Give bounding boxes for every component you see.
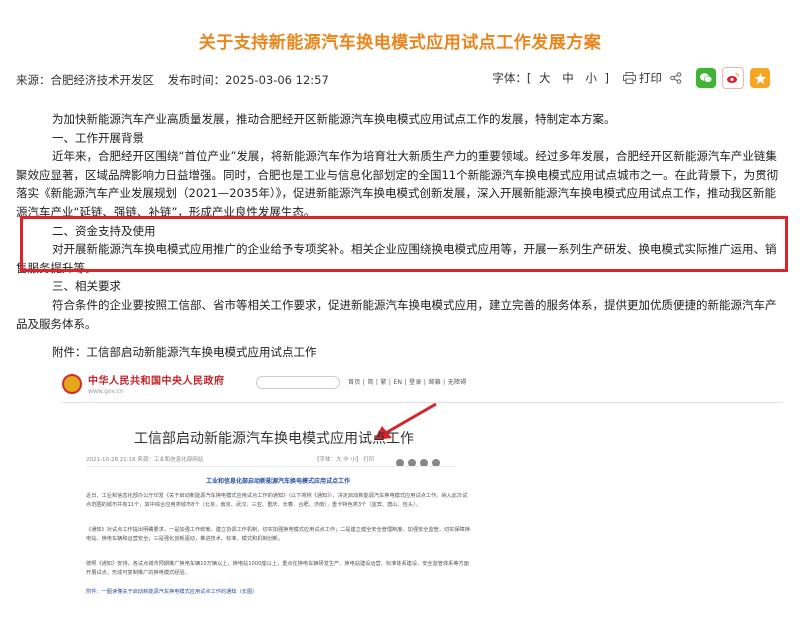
font-size-label: 字体：[ xyxy=(492,71,532,85)
attachment-label: 附件：工信部启动新能源汽车换电模式应用试点工作 xyxy=(52,345,317,359)
gov-site-url: www.gov.cn xyxy=(88,388,124,395)
source-label: 来源：合肥经济技术开发区 xyxy=(16,73,154,87)
page-title: 关于支持新能源汽车换电模式应用试点工作发展方案 xyxy=(198,33,602,53)
section-1-heading: 一、工作开展背景 xyxy=(52,130,144,145)
star-icon xyxy=(754,72,766,84)
font-small-button[interactable]: 小 xyxy=(585,71,597,85)
section-3-heading: 三、相关要求 xyxy=(52,279,121,294)
print-label: 打印 xyxy=(639,71,662,85)
font-size-selector: 字体：[ 大 中 小 ] xyxy=(492,70,609,86)
intro-paragraph: 为加快新能源汽车产业高质量发展，推动合肥经开区新能源汽车换电模式应用试点工作的发… xyxy=(52,112,616,126)
gov-nav[interactable]: 首页 | 简 | 繁 | EN | 登录 | 邮箱 | 无障碍 xyxy=(348,377,467,386)
font-large-button[interactable]: 大 xyxy=(539,71,551,85)
embedded-screenshot: 中华人民共和国中央人民政府 www.gov.cn 首页 | 简 | 繁 | EN… xyxy=(48,366,788,631)
section-3-paragraph: 符合条件的企业要按照工信部、省市等相关工作要求，促进新能源汽车换电模式应用，建立… xyxy=(16,297,777,331)
embedded-subtitle: 工业和信息化部启动新能源汽车换电模式应用试点工作 xyxy=(205,478,350,485)
share-icon[interactable] xyxy=(670,72,682,84)
embedded-divider xyxy=(86,466,456,467)
print-button[interactable]: 打印 xyxy=(623,70,662,86)
wechat-icon xyxy=(700,73,713,83)
gov-search-input[interactable] xyxy=(256,376,340,389)
qzone-share-button[interactable] xyxy=(750,68,770,88)
embedded-article-meta: 2021-10-28 21:18 来源：工业和信息化部网站 xyxy=(86,457,204,463)
embedded-attachment-link[interactable]: 附件：一图读懂关于启动新能源汽车换电模式应用试点工作的通知（长图） xyxy=(86,588,471,597)
embedded-article-title: 工信部启动新能源汽车换电模式应用试点工作 xyxy=(134,431,414,447)
weibo-icon xyxy=(727,72,740,83)
section-1-paragraph: 近年来，合肥经开区围绕“首位产业”发展，将新能源汽车作为培育壮大新质生产力的重要… xyxy=(16,149,779,219)
printer-icon xyxy=(623,72,636,84)
embedded-share-icons xyxy=(392,452,440,471)
article-meta: 来源：合肥经济技术开发区 发布时间：2025-03-06 12:57 xyxy=(16,72,339,88)
gov-header: 中华人民共和国中央人民政府 www.gov.cn 首页 | 简 | 繁 | EN… xyxy=(48,366,788,404)
font-medium-button[interactable]: 中 xyxy=(562,71,574,85)
font-size-bracket: ] xyxy=(604,71,610,85)
highlight-box xyxy=(20,216,788,272)
publish-time: 发布时间：2025-03-06 12:57 xyxy=(167,73,329,87)
embedded-paragraph-3: 按照《通知》安排，各试点城市预期推广换电车辆10万辆以上，换电站1000座以上，… xyxy=(86,561,469,576)
national-emblem-icon xyxy=(62,374,82,394)
embedded-paragraph-2: 《通知》对试点工作提出明确要求，一是加强工作统筹，建立协调工作机制，切实加强换电… xyxy=(86,527,470,542)
gov-site-name: 中华人民共和国中央人民政府 xyxy=(88,376,225,387)
embedded-article-tools: 【字体：大 中 小】 打印 xyxy=(314,457,375,463)
embedded-paragraph-1: 近日，工业和信息化部办公厅印发《关于启动新能源汽车换电模式应用试点工作的通知》（… xyxy=(86,493,468,508)
wechat-share-button[interactable] xyxy=(696,68,716,88)
weibo-share-button[interactable] xyxy=(722,67,744,89)
article-toolbar: 字体：[ 大 中 小 ] 打印 xyxy=(492,66,770,90)
